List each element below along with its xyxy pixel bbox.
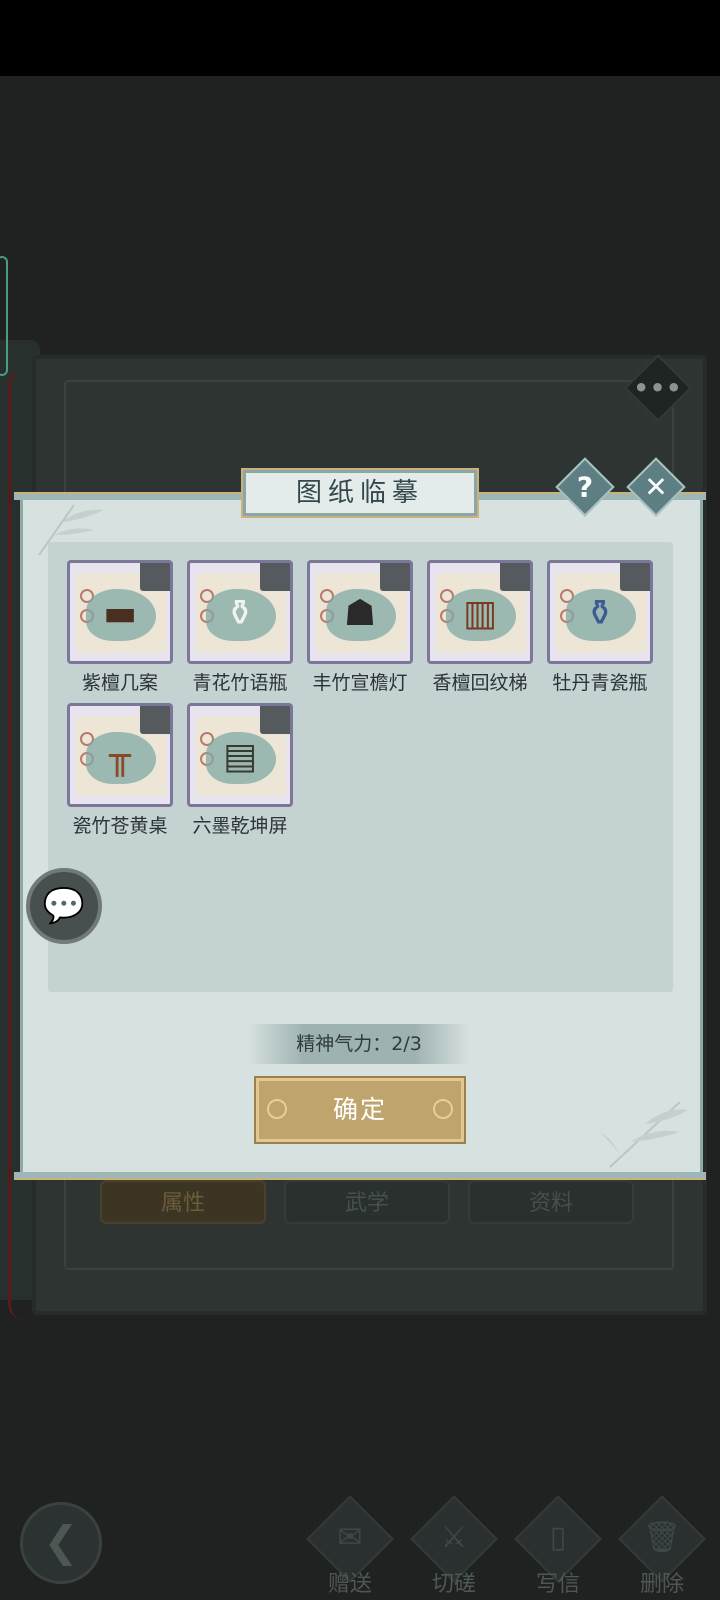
confirm-button[interactable]: 确定 (254, 1076, 466, 1144)
blueprint-thumbnail: ▤ (187, 703, 293, 807)
blueprint-name: 青花竹语瓶 (192, 672, 288, 694)
chat-bubble-icon: 💬 (42, 886, 86, 926)
blueprint-thumbnail: ▬ (67, 560, 173, 664)
blueprint-name: 瓷竹苍黄桌 (72, 815, 168, 837)
low-table-icon: ▬ (102, 593, 137, 634)
select-checkbox[interactable] (620, 563, 650, 591)
scroll-icon: ✉ (337, 1520, 363, 1555)
close-icon: ✕ (644, 470, 668, 504)
side-tab-edge (0, 256, 8, 376)
spar-label: 切磋 (431, 1572, 476, 1597)
wood-stand-icon: ▥ (462, 593, 497, 634)
delete-button[interactable]: 🗑 删除 (612, 1492, 712, 1600)
select-checkbox[interactable] (500, 563, 530, 591)
blueprint-item[interactable]: ╥ 瓷竹苍黄桌 (67, 703, 173, 838)
select-checkbox[interactable] (140, 706, 170, 734)
ornament-icon (433, 1099, 453, 1119)
blueprint-name: 丰竹宣檐灯 (312, 672, 408, 694)
blueprint-name: 紫檀几案 (81, 672, 158, 694)
blueprint-item[interactable]: ⚱ 牡丹青瓷瓶 (547, 560, 653, 695)
table-icon: ╥ (109, 736, 131, 777)
blueprint-thumbnail: ☗ (307, 560, 413, 664)
select-checkbox[interactable] (380, 563, 410, 591)
select-checkbox[interactable] (260, 563, 290, 591)
back-button[interactable]: ❮ (20, 1502, 102, 1584)
blueprint-name: 六墨乾坤屏 (192, 815, 288, 837)
trash-icon: 🗑 (642, 1520, 682, 1555)
tab-profile[interactable]: 资料 (468, 1180, 634, 1224)
back-arrow-icon: ❮ (43, 1517, 79, 1566)
blueprint-thumbnail: ⚱ (547, 560, 653, 664)
lantern-icon: ☗ (343, 593, 377, 634)
select-checkbox[interactable] (260, 706, 290, 734)
background-tabs: 属性 武学 资料 (100, 1180, 634, 1224)
spar-button[interactable]: ⚔ 切磋 (404, 1492, 504, 1600)
blueprint-item[interactable]: ▬ 紫檀几案 (67, 560, 173, 695)
blueprint-item[interactable]: ☗ 丰竹宣檐灯 (307, 560, 413, 695)
sword-icon: ⚔ (440, 1520, 468, 1555)
blueprint-item[interactable]: ⚱ 青花竹语瓶 (187, 560, 293, 695)
delete-label: 删除 (639, 1572, 684, 1597)
status-bar (0, 0, 720, 76)
porcelain-vase-icon: ⚱ (584, 593, 616, 634)
letter-icon: ▯ (549, 1520, 567, 1555)
confirm-label: 确定 (332, 1095, 387, 1124)
blueprint-thumbnail: ▥ (427, 560, 533, 664)
dialog-title: 图纸临摹 (241, 468, 479, 518)
write-letter-label: 写信 (535, 1572, 580, 1597)
chat-button[interactable]: 💬 (26, 868, 102, 944)
gift-button[interactable]: ✉ 赠送 (300, 1492, 400, 1600)
ornament-icon (267, 1099, 287, 1119)
more-icon: ••• (633, 374, 683, 402)
blueprint-name: 牡丹青瓷瓶 (552, 672, 648, 694)
tab-attributes[interactable]: 属性 (100, 1180, 266, 1224)
write-letter-button[interactable]: ▯ 写信 (508, 1492, 608, 1600)
folding-screen-icon: ▤ (222, 736, 257, 777)
select-checkbox[interactable] (140, 563, 170, 591)
blueprint-thumbnail: ⚱ (187, 560, 293, 664)
blueprint-name: 香檀回纹梯 (432, 672, 528, 694)
bamboo-decoration-icon (600, 1101, 688, 1168)
energy-status: 精神气力：2/3 (248, 1024, 470, 1064)
gift-label: 赠送 (327, 1572, 372, 1597)
tab-martial-arts[interactable]: 武学 (284, 1180, 450, 1224)
blueprint-item[interactable]: ▤ 六墨乾坤屏 (187, 703, 293, 838)
blueprint-thumbnail: ╥ (67, 703, 173, 807)
blueprint-item[interactable]: ▥ 香檀回纹梯 (427, 560, 533, 695)
question-icon: ? (576, 470, 594, 504)
dialog-bottom-border (14, 1172, 706, 1180)
vase-icon: ⚱ (224, 593, 256, 634)
